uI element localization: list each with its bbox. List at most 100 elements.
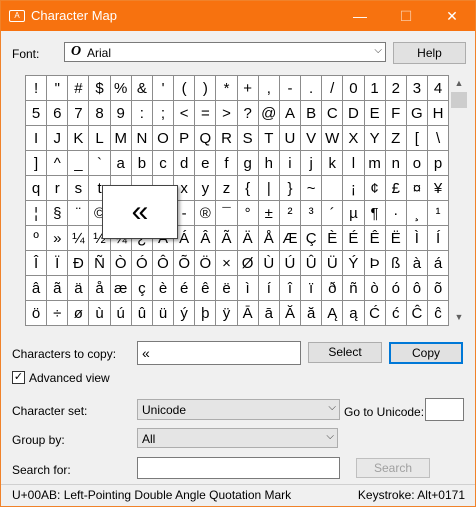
character-cell[interactable]: T [258, 126, 280, 151]
character-cell[interactable]: Ù [258, 251, 280, 276]
character-cell[interactable]: Â [195, 226, 217, 251]
character-cell[interactable]: ^ [47, 151, 69, 176]
character-cell[interactable]: ´ [322, 201, 344, 226]
character-cell[interactable]: " [47, 76, 69, 101]
character-cell[interactable]: } [279, 176, 302, 201]
character-cell[interactable]: è [152, 276, 175, 301]
character-cell[interactable]: h [258, 151, 280, 176]
character-cell[interactable]: G [406, 101, 428, 126]
character-cell[interactable]: à [406, 251, 428, 276]
character-cell[interactable]: - [279, 76, 302, 101]
character-cell[interactable]: ù [89, 301, 111, 326]
character-cell[interactable]: ¯ [216, 201, 238, 226]
character-cell[interactable]: m [364, 151, 386, 176]
character-cell[interactable]: ā [258, 301, 280, 326]
maximize-button[interactable]: ☐ [383, 1, 429, 31]
character-cell[interactable]: ? [237, 101, 259, 126]
character-cell[interactable]: ß [385, 251, 407, 276]
character-cell[interactable]: d [174, 151, 196, 176]
character-cell[interactable]: Ò [110, 251, 132, 276]
character-cell[interactable]: ® [195, 201, 217, 226]
character-cell[interactable]: H [427, 101, 450, 126]
character-cell[interactable]: 4 [427, 76, 450, 101]
character-cell[interactable]: ¼ [68, 226, 90, 251]
character-cell[interactable]: ë [216, 276, 238, 301]
character-cell[interactable]: ² [279, 201, 302, 226]
character-cell[interactable]: Ö [195, 251, 217, 276]
character-cell[interactable]: ï [301, 276, 323, 301]
character-cell[interactable]: Ì [406, 226, 428, 251]
character-cell[interactable]: S [237, 126, 259, 151]
title-bar[interactable]: A Character Map — ☐ ✕ [1, 1, 475, 31]
character-cell[interactable]: ' [152, 76, 175, 101]
character-cell[interactable]: g [237, 151, 259, 176]
character-cell[interactable]: , [258, 76, 280, 101]
character-cell[interactable]: Ñ [89, 251, 111, 276]
advanced-view-checkbox[interactable]: ✓ [12, 371, 25, 384]
character-cell[interactable]: Ü [322, 251, 344, 276]
character-cell[interactable]: È [322, 226, 344, 251]
character-cell[interactable]: å [89, 276, 111, 301]
scroll-up-icon[interactable]: ▲ [450, 75, 468, 92]
character-cell[interactable]: Æ [279, 226, 302, 251]
character-cell[interactable]: \ [427, 126, 450, 151]
character-cell[interactable]: ÷ [47, 301, 69, 326]
character-cell[interactable]: j [301, 151, 323, 176]
character-cell[interactable]: L [89, 126, 111, 151]
character-cell[interactable]: a [110, 151, 132, 176]
character-cell[interactable]: Ć [364, 301, 386, 326]
character-cell[interactable]: º [26, 226, 48, 251]
character-cell[interactable]: ; [152, 101, 175, 126]
character-cell[interactable]: ó [385, 276, 407, 301]
character-cell[interactable]: Ã [216, 226, 238, 251]
character-cell[interactable]: 7 [68, 101, 90, 126]
character-cell[interactable]: b [131, 151, 153, 176]
character-cell[interactable]: + [237, 76, 259, 101]
character-cell[interactable]: æ [110, 276, 132, 301]
character-cell[interactable]: * [216, 76, 238, 101]
character-cell[interactable]: ð [322, 276, 344, 301]
character-cell[interactable]: 8 [89, 101, 111, 126]
scroll-down-icon[interactable]: ▼ [450, 309, 468, 326]
character-cell[interactable]: Ú [279, 251, 302, 276]
character-cell[interactable]: $ [89, 76, 111, 101]
character-cell[interactable]: ¥ [427, 176, 450, 201]
character-cell[interactable]: î [279, 276, 302, 301]
copy-button[interactable]: Copy [389, 342, 463, 364]
character-cell[interactable]: q [26, 176, 48, 201]
character-cell[interactable]: p [427, 151, 450, 176]
character-cell[interactable]: 2 [385, 76, 407, 101]
character-cell[interactable]: ö [26, 301, 48, 326]
character-cell[interactable]: Ä [237, 226, 259, 251]
character-cell[interactable]: ç [131, 276, 153, 301]
character-cell[interactable]: ¤ [406, 176, 428, 201]
character-cell[interactable]: × [216, 251, 238, 276]
character-cell[interactable]: % [110, 76, 132, 101]
character-cell[interactable]: i [279, 151, 302, 176]
character-cell[interactable]: Ĉ [406, 301, 428, 326]
character-cell[interactable]: ³ [301, 201, 323, 226]
character-cell[interactable]: é [174, 276, 196, 301]
character-cell[interactable]: ¢ [364, 176, 386, 201]
character-cell[interactable]: [ [406, 126, 428, 151]
advanced-view-label[interactable]: Advanced view [29, 371, 110, 385]
character-cell[interactable]: n [385, 151, 407, 176]
character-cell[interactable]: D [343, 101, 365, 126]
character-cell[interactable]: F [385, 101, 407, 126]
character-cell[interactable]: ° [237, 201, 259, 226]
character-cell[interactable]: Ç [301, 226, 323, 251]
character-cell[interactable]: â [26, 276, 48, 301]
character-cell[interactable]: ¹ [427, 201, 450, 226]
character-cell[interactable]: V [301, 126, 323, 151]
character-cell[interactable] [322, 176, 344, 201]
character-cell[interactable]: 9 [110, 101, 132, 126]
character-cell[interactable]: Þ [364, 251, 386, 276]
character-cell[interactable]: Õ [174, 251, 196, 276]
character-cell[interactable]: s [68, 176, 90, 201]
character-cell[interactable]: z [216, 176, 238, 201]
character-cell[interactable]: R [216, 126, 238, 151]
character-cell[interactable]: ¶ [364, 201, 386, 226]
grid-scrollbar[interactable]: ▲ ▼ [450, 75, 468, 326]
character-cell[interactable]: = [195, 101, 217, 126]
character-cell[interactable]: C [322, 101, 344, 126]
